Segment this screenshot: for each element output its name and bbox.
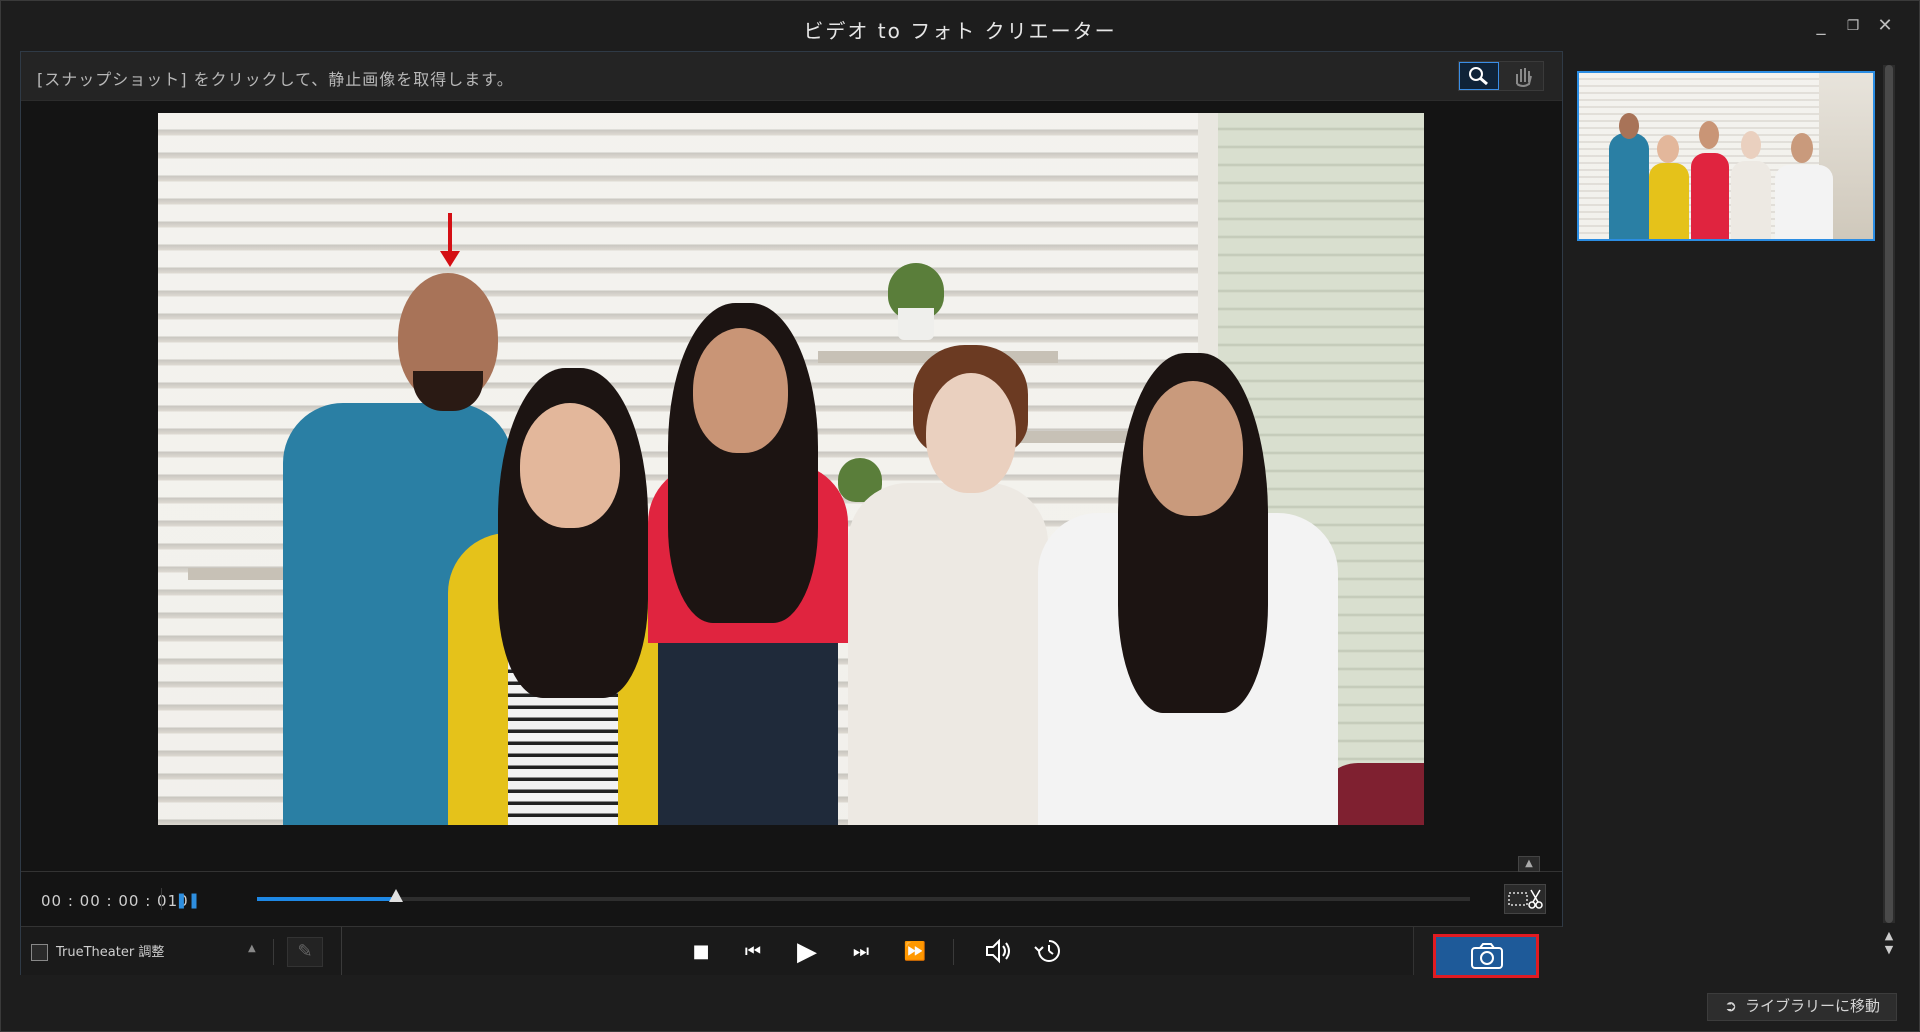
- view-tools: [1458, 61, 1544, 91]
- pan-tool-button[interactable]: [1503, 62, 1543, 90]
- scroll-down-icon[interactable]: ▼: [1883, 943, 1895, 957]
- scroll-arrows[interactable]: ▲ ▼: [1883, 929, 1895, 957]
- timeline-bar: ▲ 00 : 00 : 00 : 010 ❚❚: [21, 856, 1562, 926]
- timeline-handle[interactable]: [389, 889, 404, 902]
- annotation-arrow: [448, 213, 452, 255]
- scissors-icon: [1508, 889, 1543, 909]
- trim-button[interactable]: [1504, 884, 1546, 914]
- collapse-toggle[interactable]: ▲: [1518, 856, 1540, 872]
- stop-icon: ■: [692, 941, 710, 962]
- video-viewer[interactable]: [21, 101, 1562, 871]
- next-frame-button[interactable]: ⏭: [841, 937, 881, 967]
- checkbox-icon[interactable]: [31, 944, 48, 961]
- speed-button[interactable]: [1029, 937, 1069, 967]
- timeline-progress: [257, 897, 397, 901]
- volume-button[interactable]: [979, 937, 1019, 967]
- footer: ➲ ライブラリーに移動: [1, 979, 1919, 1031]
- truetheater-label: TrueTheater 調整: [56, 945, 165, 960]
- video-frame: [158, 113, 1424, 825]
- zoom-tool-button[interactable]: [1459, 62, 1499, 90]
- instruction-text: [スナップショット] をクリックして、静止画像を取得します。: [37, 70, 514, 89]
- restore-icon[interactable]: ❐: [1841, 15, 1865, 37]
- window-title: ビデオ to フォト クリエーター: [803, 19, 1117, 43]
- hand-icon: [1516, 68, 1532, 87]
- truetheater-expand-icon[interactable]: ▲: [248, 943, 256, 954]
- snapshot-area: [1413, 927, 1563, 978]
- snapshot-thumbnail[interactable]: [1577, 71, 1875, 241]
- snapshot-library-panel: [1564, 51, 1883, 975]
- info-bar: [スナップショット] をクリックして、静止画像を取得します。: [21, 52, 1562, 101]
- magnifier-icon: [1469, 67, 1488, 86]
- minimize-icon[interactable]: _: [1809, 15, 1833, 37]
- main-panel: [スナップショット] をクリックして、静止画像を取得します。 ▲ 00: 00…: [20, 51, 1563, 978]
- go-to-library-label: ライブラリーに移動: [1744, 997, 1880, 1015]
- next-frame-icon: ⏭: [852, 941, 870, 962]
- close-icon[interactable]: ✕: [1873, 15, 1897, 37]
- pause-indicator-icon[interactable]: ❚❚: [175, 891, 200, 909]
- app-window: ビデオ to フォト クリエーター _ ❐ ✕ [スナップショット] をクリック…: [0, 0, 1920, 1032]
- library-scrollbar[interactable]: [1883, 65, 1895, 923]
- previous-frame-button[interactable]: ⏮: [733, 937, 773, 967]
- annotation-arrowhead: [440, 251, 460, 267]
- scroll-up-icon[interactable]: ▲: [1883, 929, 1895, 943]
- title-bar: ビデオ to フォト クリエーター _ ❐ ✕: [1, 1, 1919, 51]
- play-icon: ▶: [797, 937, 817, 967]
- fast-forward-button[interactable]: ⏩: [895, 937, 935, 967]
- previous-frame-icon: ⏮: [744, 941, 762, 962]
- timecode: 00 : 00 : 00 : 010: [41, 892, 189, 910]
- timeline-track[interactable]: [257, 889, 1470, 902]
- speed-icon: [1034, 940, 1060, 962]
- fast-forward-icon: ⏩: [903, 941, 927, 962]
- truetheater-checkbox[interactable]: TrueTheater 調整: [31, 941, 164, 961]
- playback-controls: TrueTheater 調整 ▲ ✎ ■ ⏮ ▶ ⏭ ⏩: [21, 926, 1563, 978]
- speaker-icon: [986, 938, 1010, 964]
- stop-button[interactable]: ■: [681, 937, 721, 967]
- play-button[interactable]: ▶: [787, 937, 827, 967]
- camera-icon: [1471, 943, 1503, 969]
- exit-icon: ➲: [1724, 997, 1737, 1015]
- edit-adjust-button[interactable]: ✎: [287, 937, 323, 967]
- go-to-library-button[interactable]: ➲ ライブラリーに移動: [1707, 993, 1897, 1021]
- snapshot-button[interactable]: [1433, 934, 1539, 978]
